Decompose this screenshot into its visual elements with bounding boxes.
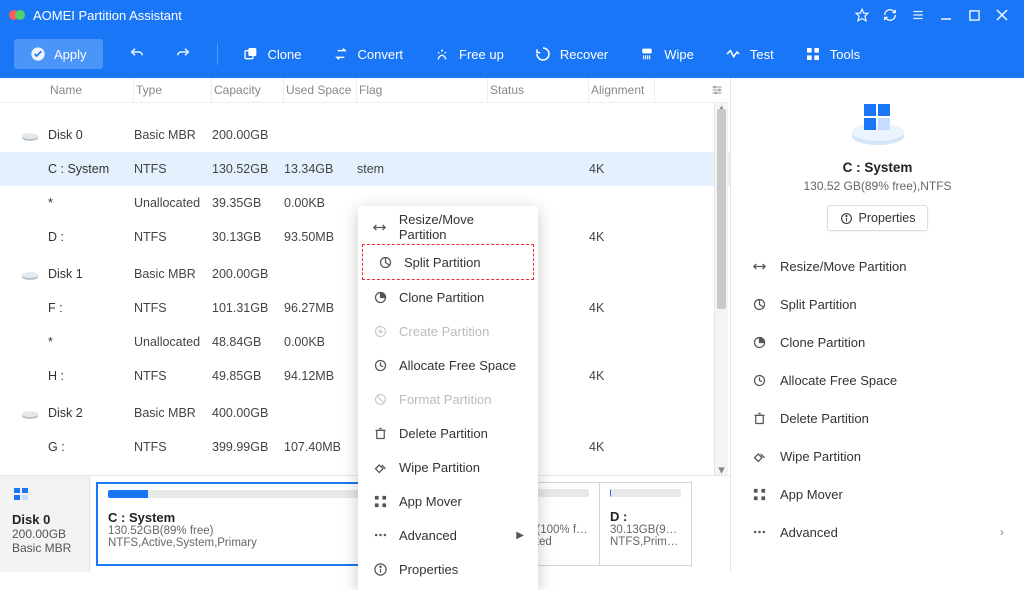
toolbar-free-up[interactable]: Free up: [431, 41, 506, 67]
convert-icon: [332, 45, 350, 63]
maximize-icon[interactable]: [960, 1, 988, 29]
action-advanced[interactable]: Advanced›: [741, 513, 1014, 551]
ctx-app-mover[interactable]: App Mover: [358, 484, 538, 518]
allocate-icon: [751, 373, 767, 388]
selected-partition-title: C : System: [743, 160, 1012, 175]
disk-row[interactable]: Disk 0Basic MBR200.00GB: [0, 118, 730, 152]
scrollbar-thumb[interactable]: [717, 109, 726, 309]
disk-icon: [12, 486, 81, 506]
action-wipe-partition[interactable]: Wipe Partition: [741, 437, 1014, 475]
create-icon: [372, 323, 388, 339]
split-icon: [377, 254, 393, 270]
ctx-resize-move-partition[interactable]: Resize/Move Partition: [358, 210, 538, 244]
column-settings-icon[interactable]: [710, 83, 724, 97]
disk-type: Basic MBR: [12, 541, 81, 555]
titlebar: AOMEI Partition Assistant: [0, 0, 1024, 30]
properties-button[interactable]: Properties: [827, 205, 929, 231]
context-menu: Resize/Move PartitionSplit PartitionClon…: [358, 206, 538, 590]
action-delete-partition[interactable]: Delete Partition: [741, 399, 1014, 437]
test-icon: [724, 45, 742, 63]
disk-icon: [20, 128, 48, 142]
delete-icon: [751, 411, 767, 426]
appmover-icon: [372, 493, 388, 509]
tools-icon: [804, 45, 822, 63]
ctx-wipe-partition[interactable]: Wipe Partition: [358, 450, 538, 484]
action-resize-move-partition[interactable]: Resize/Move Partition: [741, 247, 1014, 285]
resize-icon: [372, 219, 388, 235]
appmover-icon: [751, 487, 767, 502]
toolbar-convert[interactable]: Convert: [330, 41, 406, 67]
disk-card[interactable]: Disk 0 200.00GB Basic MBR: [0, 476, 90, 572]
action-app-mover[interactable]: App Mover: [741, 475, 1014, 513]
wipe-icon: [372, 459, 388, 475]
ctx-delete-partition[interactable]: Delete Partition: [358, 416, 538, 450]
app-title: AOMEI Partition Assistant: [33, 8, 848, 23]
minimize-icon[interactable]: [932, 1, 960, 29]
toolbar-clone[interactable]: Clone: [240, 41, 304, 67]
chevron-right-icon: ›: [1000, 525, 1004, 539]
col-capacity[interactable]: Capacity: [212, 78, 284, 102]
disk-name: Disk 0: [12, 512, 81, 527]
clone-icon: [372, 289, 388, 305]
col-alignment[interactable]: Alignment: [589, 78, 655, 102]
wipe-icon: [751, 449, 767, 464]
ctx-allocate-free-space[interactable]: Allocate Free Space: [358, 348, 538, 382]
col-type[interactable]: Type: [134, 78, 212, 102]
apply-button[interactable]: Apply: [14, 39, 103, 69]
refresh-icon[interactable]: [876, 1, 904, 29]
clone-icon: [751, 335, 767, 350]
delete-icon: [372, 425, 388, 441]
disk-icon: [20, 267, 48, 281]
selected-partition-subtitle: 130.52 GB(89% free),NTFS: [743, 179, 1012, 193]
table-header: Name Type Capacity Used Space Flag Statu…: [0, 78, 730, 103]
toolbar-tools[interactable]: Tools: [802, 41, 862, 67]
partition-graphic-icon: [743, 94, 1012, 150]
undo-icon[interactable]: [125, 42, 149, 66]
wipe-icon: [638, 45, 656, 63]
toolbar-recover[interactable]: Recover: [532, 41, 610, 67]
recover-icon: [534, 45, 552, 63]
toolbar-wipe[interactable]: Wipe: [636, 41, 696, 67]
ctx-create-partition: Create Partition: [358, 314, 538, 348]
ctx-clone-partition[interactable]: Clone Partition: [358, 280, 538, 314]
chevron-right-icon: ▶: [516, 530, 524, 541]
format-icon: [372, 391, 388, 407]
redo-icon[interactable]: [171, 42, 195, 66]
allocate-icon: [372, 357, 388, 373]
close-icon[interactable]: [988, 1, 1016, 29]
clone-icon: [242, 45, 260, 63]
ctx-split-partition[interactable]: Split Partition: [363, 245, 533, 279]
split-icon: [751, 297, 767, 312]
star-icon[interactable]: [848, 1, 876, 29]
partition-row[interactable]: C : SystemNTFS130.52GB13.34GBstem4K: [0, 152, 730, 186]
advanced-icon: [751, 527, 767, 537]
resize-icon: [751, 259, 767, 274]
col-name[interactable]: Name: [48, 78, 134, 102]
partition-card[interactable]: D :30.13GB(99% f…NTFS,Primary: [599, 482, 692, 566]
apply-label: Apply: [54, 47, 87, 62]
action-allocate-free-space[interactable]: Allocate Free Space: [741, 361, 1014, 399]
app-logo-icon: [8, 6, 26, 24]
action-split-partition[interactable]: Split Partition: [741, 285, 1014, 323]
advanced-icon: [372, 527, 388, 543]
ctx-properties[interactable]: Properties: [358, 552, 538, 586]
col-status[interactable]: Status: [488, 78, 589, 102]
menu-icon[interactable]: [904, 1, 932, 29]
col-used[interactable]: Used Space: [284, 78, 357, 102]
toolbar: Apply Clone Convert Free up Recover Wipe Test…: [0, 30, 1024, 78]
ctx-format-partition: Format Partition: [358, 382, 538, 416]
col-flag[interactable]: Flag: [357, 78, 488, 102]
disk-size: 200.00GB: [12, 527, 81, 541]
disk-icon: [20, 406, 48, 420]
ctx-advanced[interactable]: Advanced▶: [358, 518, 538, 552]
scrollbar[interactable]: ▴ ▾: [714, 103, 728, 475]
action-clone-partition[interactable]: Clone Partition: [741, 323, 1014, 361]
toolbar-test[interactable]: Test: [722, 41, 776, 67]
properties-icon: [372, 561, 388, 577]
free-up-icon: [433, 45, 451, 63]
